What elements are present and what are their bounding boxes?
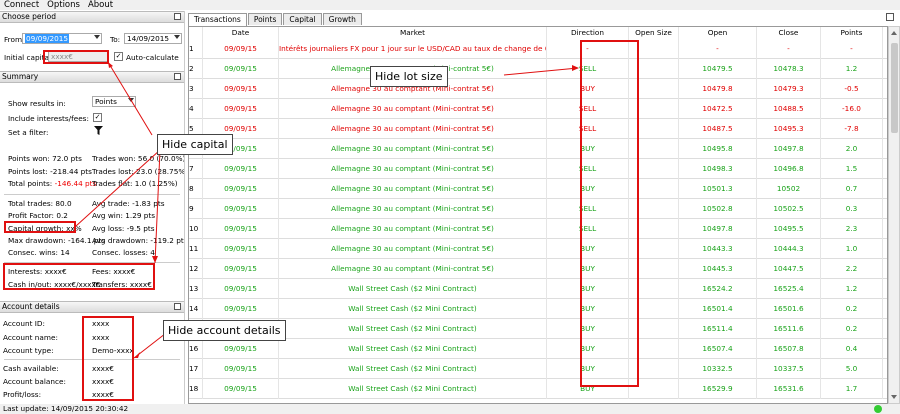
annotation-hide-account-details: Hide account details — [163, 320, 286, 341]
annotation-arrows — [75, 61, 579, 359]
annotation-hide-lot-size: Hide lot size — [370, 66, 448, 87]
annotation-hide-capital: Hide capital — [157, 134, 233, 155]
